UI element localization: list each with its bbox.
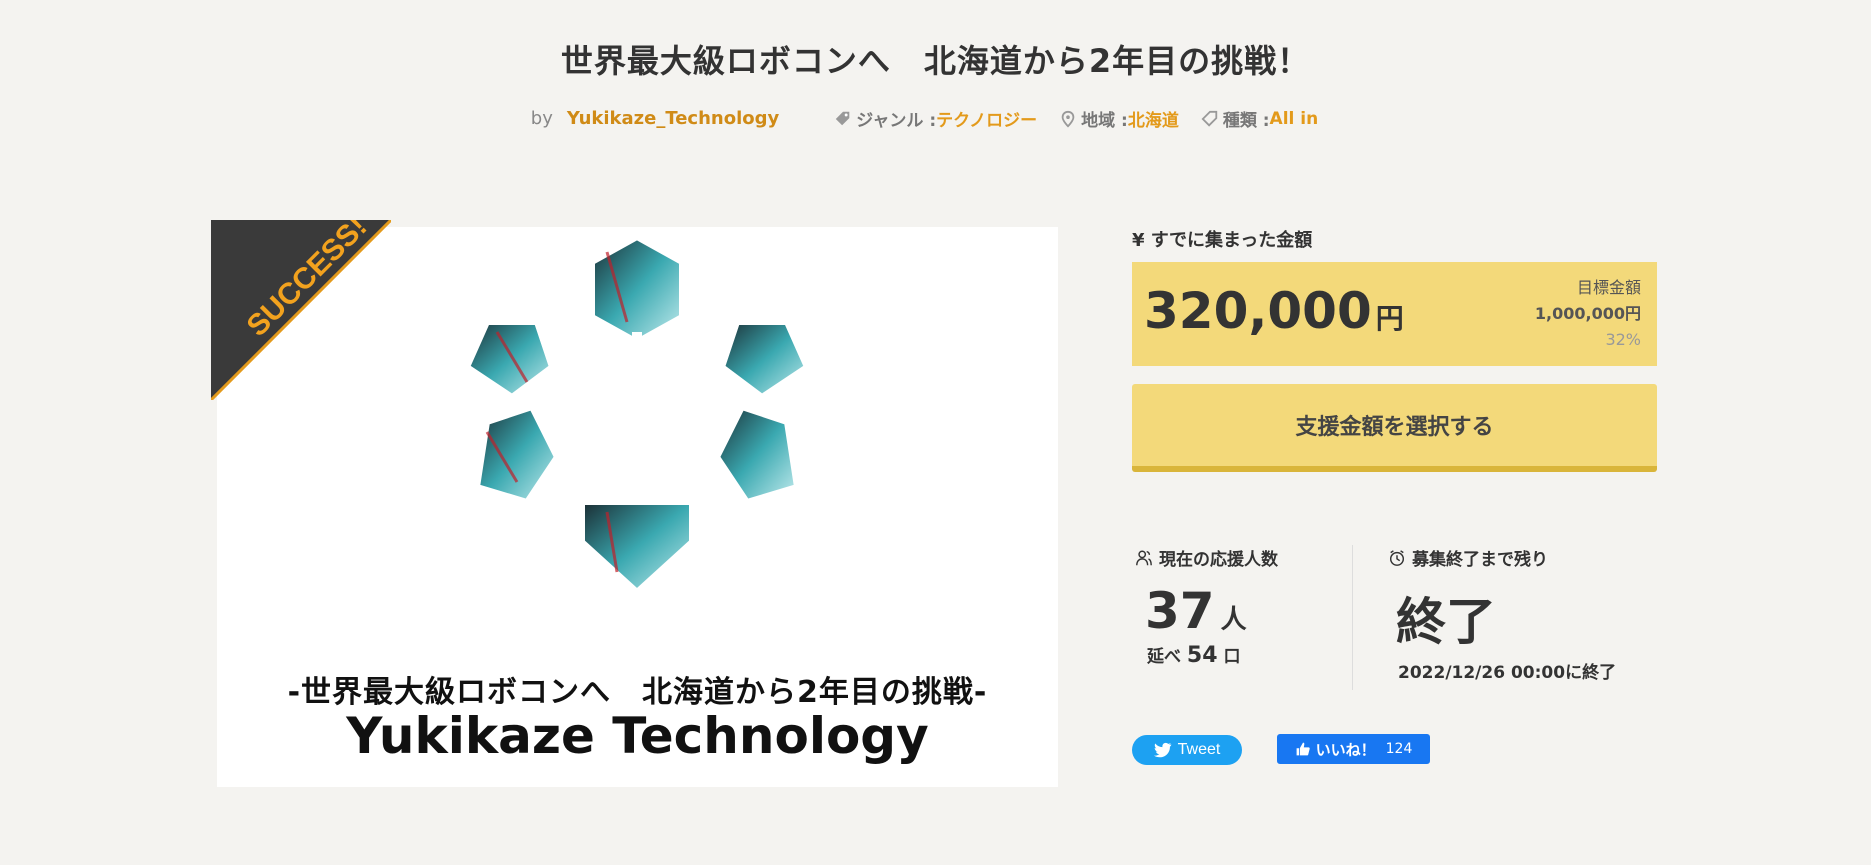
twitter-bird-icon xyxy=(1153,742,1171,758)
type-value[interactable]: All in xyxy=(1270,109,1319,129)
backers-count: 37 xyxy=(1145,582,1215,640)
goal-label: 目標金額 xyxy=(1576,278,1641,297)
pointer-arrow xyxy=(1388,352,1424,366)
remaining-label: 募集終了まで残り xyxy=(1412,550,1548,570)
like-label: いいね！ xyxy=(1315,740,1376,759)
facebook-like-button[interactable]: いいね！ 124 xyxy=(1277,734,1430,764)
progress-percent: 32% xyxy=(1605,330,1641,349)
remaining-stat: 募集終了まで残り 終了 2022/12/26 00:00に終了 xyxy=(1388,545,1616,683)
page-title: 世界最大級ロボコンへ 北海道から2年目の挑戦！ xyxy=(560,42,1311,80)
backers-stat: 現在の応援人数 37 人 延べ 54 口 xyxy=(1135,545,1278,668)
total-label: 延べ xyxy=(1147,647,1181,667)
region-label: 地域 : xyxy=(1081,111,1128,131)
goal-amount: 1,000,000円 xyxy=(1534,304,1641,323)
tag-icon xyxy=(836,111,850,125)
hero-caption-line1: -世界最大級ロボコンへ 北海道から2年目の挑戦- xyxy=(287,675,988,710)
project-meta: by Yukikaze_Technology ジャンル : テクノロジー 地域 … xyxy=(0,106,1871,131)
type-label: 種類 : xyxy=(1222,111,1270,131)
raised-amount: 320,000 円 xyxy=(1144,282,1404,340)
remaining-value: 終了 xyxy=(1396,593,1496,651)
total-unit: 口 xyxy=(1223,647,1241,667)
select-support-amount-button[interactable]: 支援金額を選択する xyxy=(1132,384,1657,472)
tweet-label: Tweet xyxy=(1177,741,1221,758)
genre-value[interactable]: テクノロジー xyxy=(936,106,1037,131)
author-link[interactable]: Yukikaze_Technology xyxy=(567,108,779,129)
alarm-clock-icon xyxy=(1389,549,1405,566)
by-label: by xyxy=(530,108,553,129)
raised-amount-value: 320,000 xyxy=(1144,282,1372,340)
raised-currency: 円 xyxy=(1375,302,1404,335)
end-date: 2022/12/26 00:00に終了 xyxy=(1398,663,1617,683)
map-pin-icon xyxy=(1061,110,1075,127)
region-value[interactable]: 北海道 xyxy=(1128,106,1179,131)
genre-tag[interactable]: ジャンル : テクノロジー xyxy=(834,106,1037,131)
type-tag[interactable]: 種類 : All in xyxy=(1201,106,1318,131)
backers-unit: 人 xyxy=(1220,605,1247,635)
amount-box: 320,000 円 目標金額 1,000,000円 32% xyxy=(1132,262,1657,366)
tag-outline-icon xyxy=(1201,110,1218,127)
tweet-button[interactable]: Tweet xyxy=(1132,735,1242,765)
backers-label: 現在の応援人数 xyxy=(1159,550,1278,570)
total-count: 54 xyxy=(1186,643,1218,668)
hero-caption-line2: Yukikaze Technology xyxy=(346,707,929,765)
stats-divider xyxy=(1352,545,1353,690)
genre-label: ジャンル : xyxy=(856,111,937,131)
success-badge: SUCCESS! xyxy=(211,220,391,400)
people-icon xyxy=(1136,550,1152,565)
raised-label: ¥ すでに集まった金額 xyxy=(1132,230,1313,251)
like-count: 124 xyxy=(1385,741,1413,757)
thumbs-up-icon xyxy=(1296,742,1310,756)
region-tag[interactable]: 地域 : 北海道 xyxy=(1059,106,1179,131)
